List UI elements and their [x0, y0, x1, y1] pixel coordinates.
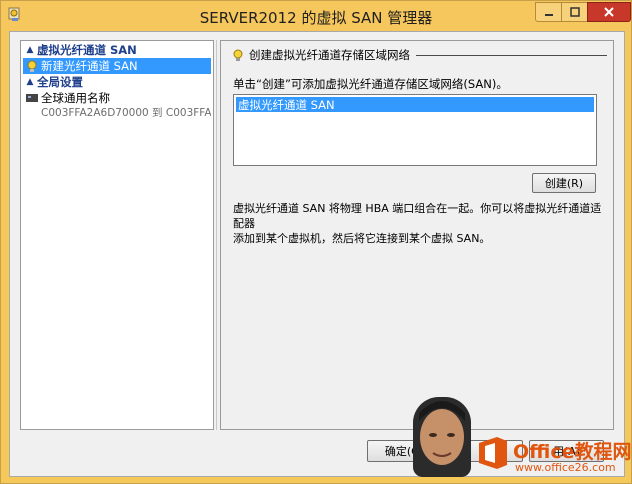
- title-bar[interactable]: SERVER2012 的虚拟 SAN 管理器: [1, 1, 631, 31]
- app-window: SERVER2012 的虚拟 SAN 管理器 ▲ 虚拟光纤通道 SAN 新建光纤…: [0, 0, 632, 484]
- watermark-url: www.office26.com: [515, 461, 616, 474]
- list-item[interactable]: 虚拟光纤通道 SAN: [236, 97, 594, 112]
- create-button[interactable]: 创建(R): [532, 173, 596, 193]
- description-line: 虚拟光纤通道 SAN 将物理 HBA 端口组合在一起。你可以将虚拟光纤通道适配器: [233, 202, 602, 230]
- item-label: 全球通用名称: [41, 91, 110, 105]
- navigation-pane: ▲ 虚拟光纤通道 SAN 新建光纤通道 SAN ▲ 全局设置 全球通用名称 C0…: [20, 40, 214, 430]
- maximize-button[interactable]: [561, 2, 588, 22]
- item-label: 新建光纤通道 SAN: [41, 59, 138, 73]
- group-label: 全局设置: [37, 74, 83, 89]
- section-title: 创建虚拟光纤通道存储区域网络: [249, 48, 410, 62]
- maximize-icon: [569, 7, 580, 17]
- san-list[interactable]: 虚拟光纤通道 SAN: [233, 94, 597, 166]
- group-virtual-fc-san[interactable]: ▲ 虚拟光纤通道 SAN: [23, 42, 211, 57]
- minimize-icon: [544, 14, 553, 16]
- new-san-bulb-icon: [23, 59, 41, 73]
- collapse-chevron-icon: ▲: [26, 76, 34, 87]
- close-button[interactable]: [587, 2, 631, 22]
- collapse-chevron-icon: ▲: [26, 44, 34, 55]
- minimize-button[interactable]: [535, 2, 562, 22]
- wwn-range-detail: C003FFA2A6D70000 到 C003FFA...: [41, 107, 211, 119]
- new-fc-san-item[interactable]: 新建光纤通道 SAN: [23, 58, 211, 74]
- group-label: 虚拟光纤通道 SAN: [37, 42, 137, 57]
- description-text: 虚拟光纤通道 SAN 将物理 HBA 端口组合在一起。你可以将虚拟光纤通道适配器…: [233, 201, 603, 246]
- watermark-brand: Office教程网: [513, 441, 632, 463]
- watermark-avatar: [413, 397, 471, 477]
- world-wide-names-item[interactable]: 全球通用名称: [23, 90, 211, 106]
- instruction-text: 单击“创建”可添加虚拟光纤通道存储区域网络(SAN)。: [233, 77, 508, 91]
- bulb-icon: [231, 48, 249, 62]
- wwn-settings-icon: [23, 92, 41, 104]
- description-line: 添加到某个虚拟机，然后将它连接到某个虚拟 SAN。: [233, 232, 491, 245]
- office-logo-icon: [473, 433, 513, 473]
- group-global-settings[interactable]: ▲ 全局设置: [23, 74, 211, 89]
- close-icon: [604, 7, 614, 17]
- dialog-client-area: ▲ 虚拟光纤通道 SAN 新建光纤通道 SAN ▲ 全局设置 全球通用名称 C0…: [9, 31, 625, 477]
- section-divider: [416, 54, 607, 56]
- section-header: 创建虚拟光纤通道存储区域网络: [231, 47, 607, 63]
- details-pane: 创建虚拟光纤通道存储区域网络 单击“创建”可添加虚拟光纤通道存储区域网络(SAN…: [220, 40, 614, 430]
